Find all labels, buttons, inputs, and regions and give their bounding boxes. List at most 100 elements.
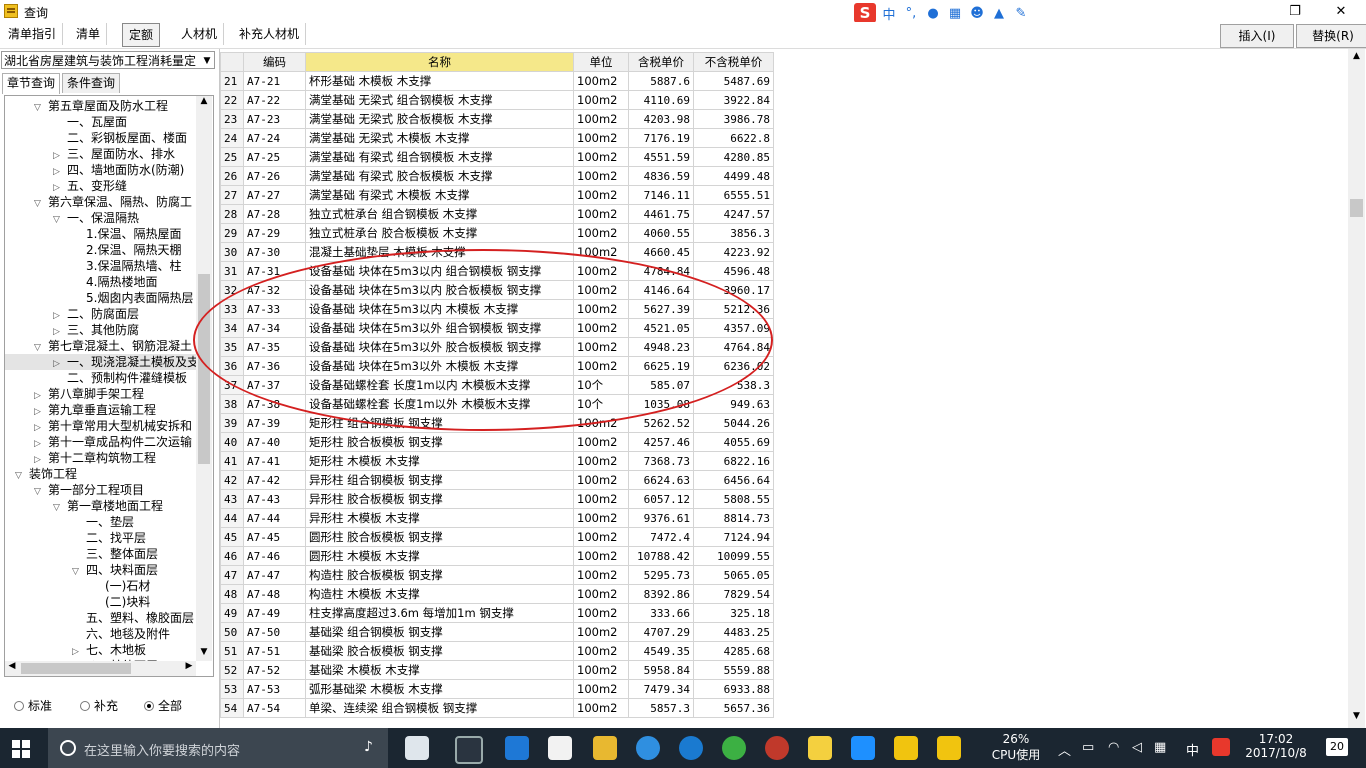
tree-node[interactable]: 二、预制构件灌缝模板 — [5, 370, 197, 386]
cell-unit[interactable]: 100m2 — [573, 242, 629, 262]
cell-unit[interactable]: 100m2 — [573, 489, 629, 509]
scroll-right-icon[interactable]: ▶ — [182, 661, 196, 676]
cell-price-tax[interactable]: 10788.42 — [628, 546, 694, 566]
cell-price-tax[interactable]: 7368.73 — [628, 451, 694, 471]
cell-price-tax[interactable]: 5958.84 — [628, 660, 694, 680]
cell-price-tax[interactable]: 4836.59 — [628, 166, 694, 186]
cell-code[interactable]: A7-53 — [243, 679, 306, 699]
cell-unit[interactable]: 100m2 — [573, 603, 629, 623]
row-index[interactable]: 51 — [220, 641, 244, 661]
cell-code[interactable]: A7-51 — [243, 641, 306, 661]
header-price-notax[interactable]: 不含税单价 — [693, 52, 774, 72]
radio-standard[interactable]: 标准 — [14, 697, 52, 714]
row-index[interactable]: 29 — [220, 223, 244, 243]
cell-price-notax[interactable]: 4499.48 — [693, 166, 774, 186]
chapter-tree[interactable]: ▽ 第五章屋面及防水工程 一、瓦屋面 二、彩钢板屋面、楼面 ▷ 三、屋面防水、排水 ▷ 四、墙… — [4, 95, 214, 677]
chevron-down-icon[interactable]: ▼ — [200, 52, 214, 68]
cell-name[interactable]: 基础梁 胶合板模板 钢支撑 — [305, 641, 574, 661]
table-row[interactable]: 40 A7-40 矩形柱 胶合板模板 钢支撑 100m2 4257.46 4055.69 — [220, 432, 774, 452]
cell-code[interactable]: A7-37 — [243, 375, 306, 395]
shirt-icon[interactable]: ▲ — [990, 6, 1008, 21]
cell-price-notax[interactable]: 6236.02 — [693, 356, 774, 376]
cell-price-notax[interactable]: 949.63 — [693, 394, 774, 414]
cell-code[interactable]: A7-41 — [243, 451, 306, 471]
table-row[interactable]: 22 A7-22 满堂基础 无梁式 组合钢模板 木支撑 100m2 4110.69 392… — [220, 90, 774, 110]
restore-icon[interactable]: ❐ — [1272, 0, 1318, 22]
row-index[interactable]: 44 — [220, 508, 244, 528]
cell-price-notax[interactable]: 5559.88 — [693, 660, 774, 680]
cell-price-notax[interactable]: 3856.3 — [693, 223, 774, 243]
cell-price-notax[interactable]: 3960.17 — [693, 280, 774, 300]
table-row[interactable]: 26 A7-26 满堂基础 有梁式 胶合板模板 木支撑 100m2 4836.59 449… — [220, 166, 774, 186]
tree-scroll-thumb[interactable] — [198, 274, 210, 464]
cell-name[interactable]: 异形柱 木模板 木支撑 — [305, 508, 574, 528]
library-select[interactable]: 湖北省房屋建筑与装饰工程消耗量定 ▼ — [1, 51, 215, 69]
replace-button[interactable]: 替换(R) — [1296, 24, 1366, 48]
cell-name[interactable]: 满堂基础 无梁式 组合钢模板 木支撑 — [305, 90, 574, 110]
cell-price-tax[interactable]: 4060.55 — [628, 223, 694, 243]
main-scroll-thumb[interactable] — [1350, 199, 1363, 217]
row-index[interactable]: 40 — [220, 432, 244, 452]
row-index[interactable]: 53 — [220, 679, 244, 699]
cell-price-tax[interactable]: 7176.19 — [628, 128, 694, 148]
sogou-logo-icon[interactable]: S — [854, 3, 876, 23]
cell-name[interactable]: 设备基础螺栓套 长度1m以外 木模板木支撑 — [305, 394, 574, 414]
cell-price-notax[interactable]: 5065.05 — [693, 565, 774, 585]
cell-price-notax[interactable]: 5808.55 — [693, 489, 774, 509]
cell-name[interactable]: 异形柱 组合钢模板 钢支撑 — [305, 470, 574, 490]
cell-code[interactable]: A7-36 — [243, 356, 306, 376]
cell-name[interactable]: 基础梁 组合钢模板 钢支撑 — [305, 622, 574, 642]
cell-price-tax[interactable]: 4257.46 — [628, 432, 694, 452]
cell-unit[interactable]: 100m2 — [573, 128, 629, 148]
cell-name[interactable]: 矩形柱 胶合板模板 钢支撑 — [305, 432, 574, 452]
cell-name[interactable]: 柱支撑高度超过3.6m 每增加1m 钢支撑 — [305, 603, 574, 623]
cell-code[interactable]: A7-47 — [243, 565, 306, 585]
row-index[interactable]: 45 — [220, 527, 244, 547]
tree-node[interactable]: ▽ 四、块料面层 — [5, 562, 197, 578]
table-row[interactable]: 43 A7-43 异形柱 胶合板模板 钢支撑 100m2 6057.12 5808.55 — [220, 489, 774, 509]
cell-name[interactable]: 基础梁 木模板 木支撑 — [305, 660, 574, 680]
clock[interactable]: 17:02 2017/10/8 — [1238, 732, 1314, 760]
table-row[interactable]: 37 A7-37 设备基础螺栓套 长度1m以内 木模板木支撑 10个 585.07 538… — [220, 375, 774, 395]
app-fan-icon[interactable] — [405, 736, 429, 760]
row-index[interactable]: 49 — [220, 603, 244, 623]
windows-start-icon[interactable] — [12, 740, 30, 758]
cell-unit[interactable]: 100m2 — [573, 584, 629, 604]
cell-price-notax[interactable]: 7124.94 — [693, 527, 774, 547]
header-unit[interactable]: 单位 — [573, 52, 629, 72]
row-index[interactable]: 42 — [220, 470, 244, 490]
cell-unit[interactable]: 100m2 — [573, 223, 629, 243]
cell-code[interactable]: A7-28 — [243, 204, 306, 224]
cell-code[interactable]: A7-22 — [243, 90, 306, 110]
cell-price-notax[interactable]: 4764.84 — [693, 337, 774, 357]
cell-price-notax[interactable]: 5044.26 — [693, 413, 774, 433]
cpu-monitor[interactable]: 26% CPU使用 — [988, 732, 1044, 763]
row-index[interactable]: 30 — [220, 242, 244, 262]
cell-price-tax[interactable]: 5627.39 — [628, 299, 694, 319]
scroll-up-icon[interactable]: ▲ — [196, 96, 212, 110]
app-spiral-icon[interactable] — [455, 736, 483, 764]
user-icon[interactable]: ☻ — [968, 6, 986, 21]
cell-code[interactable]: A7-40 — [243, 432, 306, 452]
table-row[interactable]: 38 A7-38 设备基础螺栓套 长度1m以外 木模板木支撑 10个 1035.08 94… — [220, 394, 774, 414]
tree-vertical-scrollbar[interactable]: ▲ ▼ — [196, 96, 212, 661]
table-row[interactable]: 25 A7-25 满堂基础 有梁式 组合钢模板 木支撑 100m2 4551.59 428… — [220, 147, 774, 167]
cell-price-tax[interactable]: 4110.69 — [628, 90, 694, 110]
table-row[interactable]: 23 A7-23 满堂基础 无梁式 胶合板模板 木支撑 100m2 4203.98 398… — [220, 109, 774, 129]
cell-unit[interactable]: 100m2 — [573, 318, 629, 338]
tree-node[interactable]: ▷ 五、变形缝 — [5, 178, 197, 194]
cell-name[interactable]: 满堂基础 有梁式 组合钢模板 木支撑 — [305, 147, 574, 167]
tree-node[interactable]: 1.保温、隔热屋面 — [5, 226, 197, 242]
cell-price-notax[interactable]: 4055.69 — [693, 432, 774, 452]
cell-code[interactable]: A7-39 — [243, 413, 306, 433]
cell-price-notax[interactable]: 6555.51 — [693, 185, 774, 205]
cell-price-notax[interactable]: 8814.73 — [693, 508, 774, 528]
keyboard-icon[interactable]: ▦ — [1154, 740, 1166, 755]
cell-price-tax[interactable]: 6625.19 — [628, 356, 694, 376]
cell-unit[interactable]: 100m2 — [573, 356, 629, 376]
tree-node[interactable]: ▷ 七、木地板 — [5, 642, 197, 658]
keyboard-icon[interactable]: ▦ — [946, 6, 964, 21]
cell-name[interactable]: 单梁、连续梁 组合钢模板 钢支撑 — [305, 698, 574, 718]
cell-name[interactable]: 设备基础 块体在5m3以外 组合钢模板 钢支撑 — [305, 318, 574, 338]
tab-chapter-query[interactable]: 章节查询 — [2, 73, 61, 94]
